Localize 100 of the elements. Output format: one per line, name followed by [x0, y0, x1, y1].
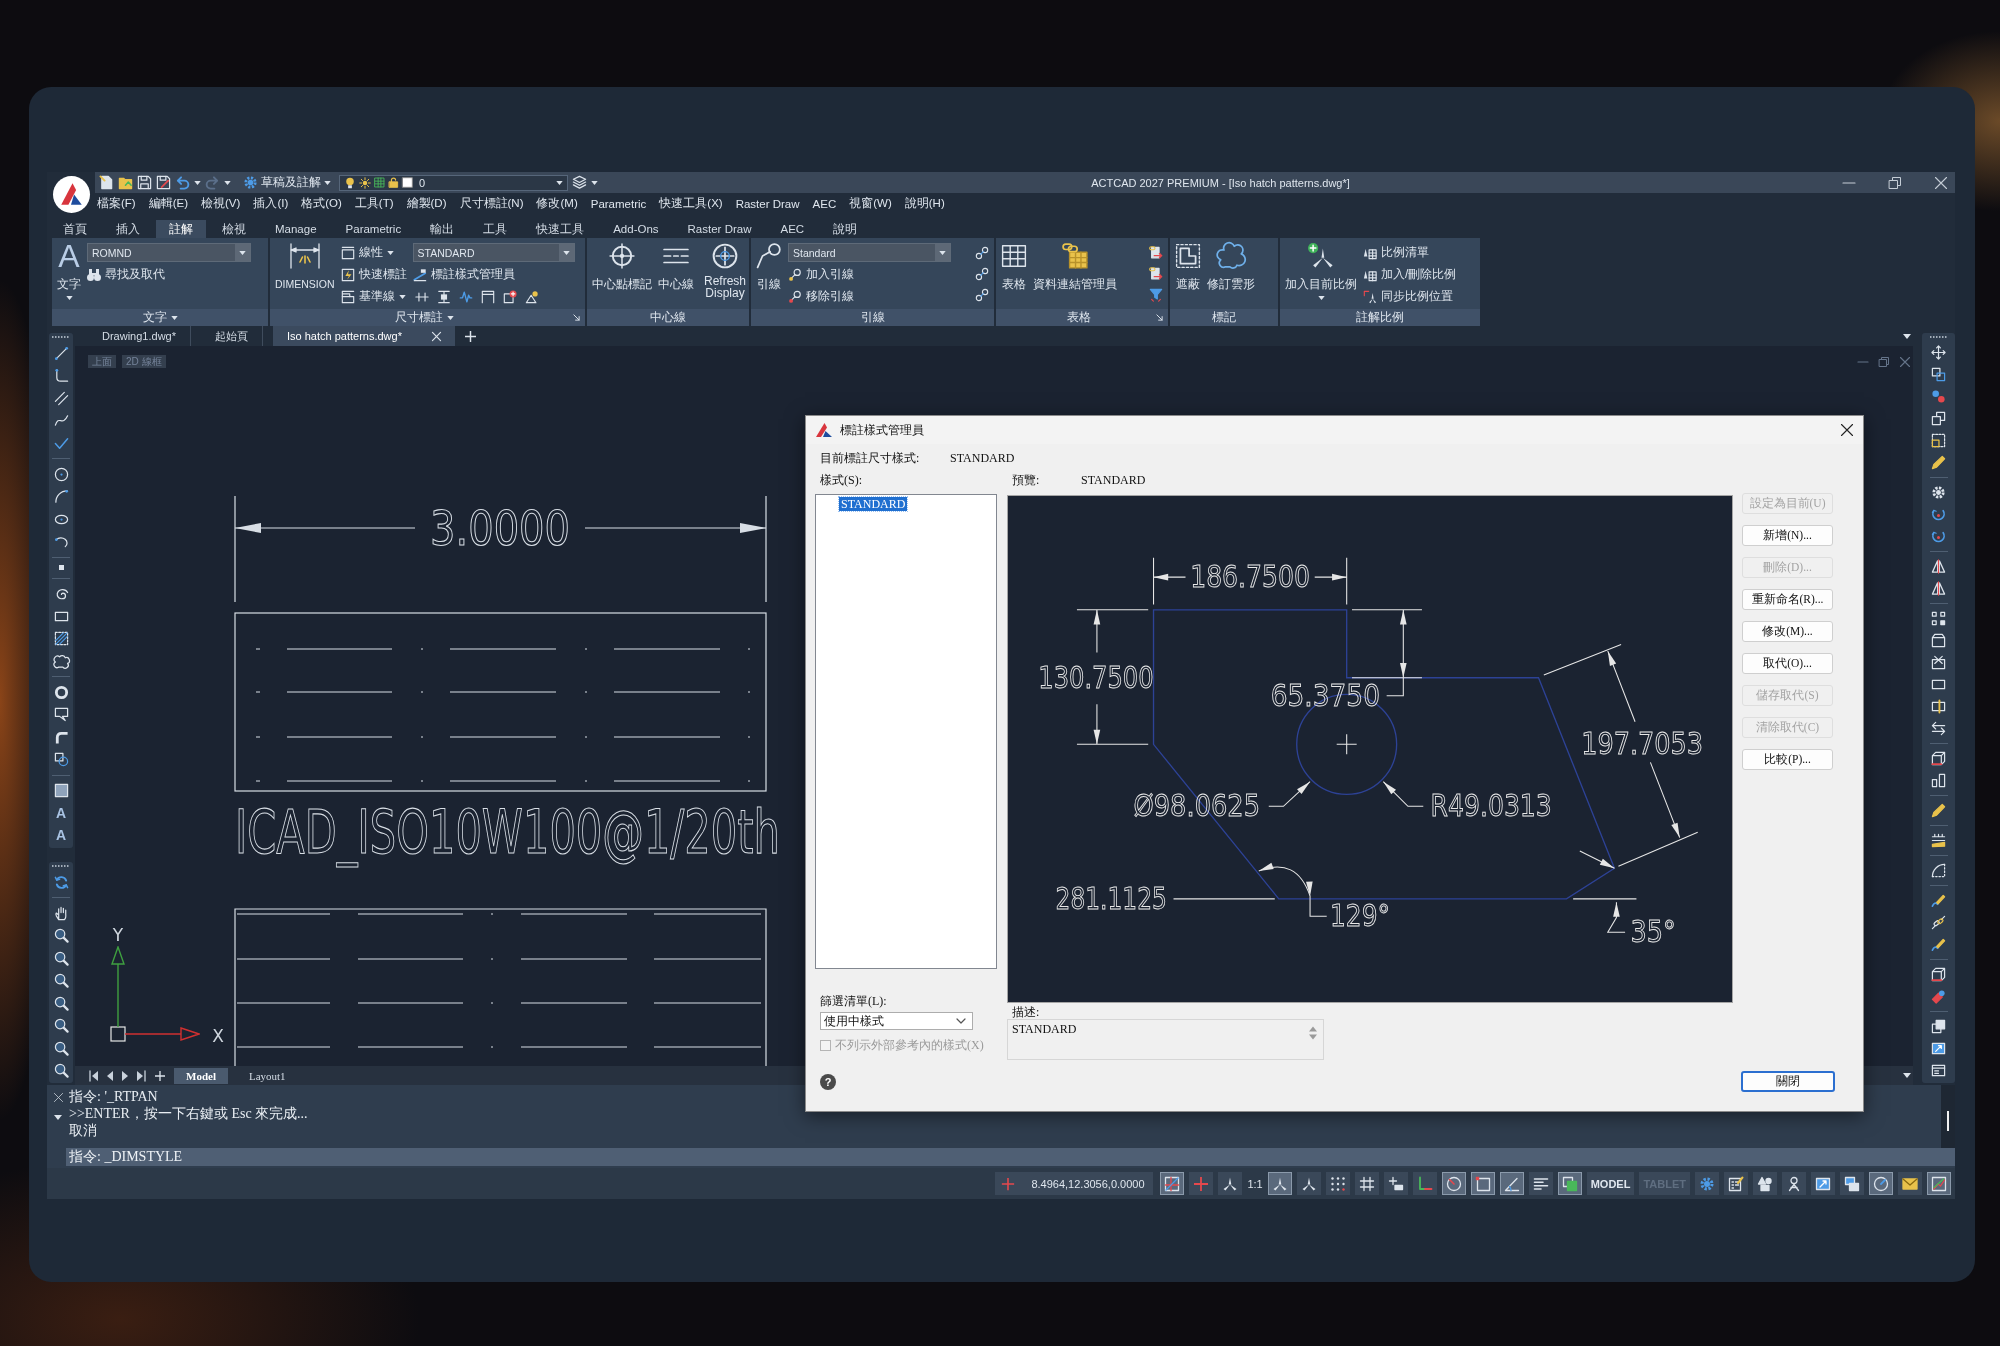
add-leader-button[interactable]: 加入引線 [788, 265, 951, 284]
menu-item[interactable]: 格式(O) [301, 196, 342, 211]
centerline-button[interactable]: 中心線 [658, 243, 694, 309]
launcher-arrow-icon[interactable] [1156, 314, 1163, 321]
cube-icon[interactable] [1931, 751, 1946, 766]
status-toggle[interactable] [1927, 1172, 1951, 1195]
eraser-icon[interactable] [1931, 989, 1946, 1004]
plus-icon[interactable] [155, 1070, 165, 1081]
quarter-arc-icon[interactable] [1931, 863, 1946, 878]
arc-icon[interactable] [53, 489, 69, 504]
letter-a-glyph[interactable]: A [55, 828, 67, 843]
dashed-squares-icon[interactable] [1931, 433, 1946, 448]
restore-icon[interactable] [1879, 357, 1889, 367]
open-box-icon[interactable] [1931, 633, 1946, 648]
status-toggle[interactable] [1557, 1172, 1582, 1195]
square-grid-icon[interactable] [1931, 611, 1946, 626]
bar-pair-icon[interactable] [1931, 773, 1946, 788]
status-toggle[interactable] [1869, 1172, 1893, 1195]
ribbon-tab[interactable]: 輸出 [417, 220, 468, 238]
linked-circles-icon[interactable] [975, 267, 989, 281]
close-icon[interactable] [1841, 424, 1853, 436]
status-toggle[interactable] [1218, 1172, 1243, 1195]
magnifier-icon[interactable] [53, 973, 69, 988]
first-page-icon[interactable] [89, 1070, 98, 1081]
filled-square-icon[interactable] [53, 783, 69, 798]
zigzag-icon[interactable] [458, 289, 473, 304]
freehand-tick-icon[interactable] [53, 435, 69, 451]
status-toggle[interactable] [1898, 1172, 1922, 1195]
help-button[interactable]: ? [820, 1073, 836, 1090]
list-item[interactable]: STANDARD [839, 497, 908, 511]
scale-button[interactable]: 同步比例位置 [1363, 287, 1457, 306]
menu-item[interactable]: 說明(H) [904, 196, 945, 211]
circle-icon[interactable] [53, 466, 69, 482]
dialog-button[interactable]: 新增(N)... [1742, 525, 1833, 546]
menu-item[interactable]: Raster Draw [735, 197, 800, 210]
line-icon[interactable] [53, 345, 69, 361]
leader-style-dropdown[interactable]: Standard [788, 243, 951, 262]
coordinate-display[interactable]: 8.4964,12.3056,0.0000 [995, 1172, 1154, 1195]
menu-item[interactable]: 檔案(F) [97, 196, 136, 211]
menu-item[interactable]: 插入(I) [253, 196, 289, 211]
pencil-stroke-icon[interactable] [1931, 937, 1946, 952]
layer-stack-icon[interactable] [572, 175, 587, 190]
caret-icon[interactable] [224, 180, 231, 185]
panel-title[interactable]: 文字 [142, 310, 178, 325]
refresh-display-button[interactable]: Refresh Display [700, 243, 750, 309]
leader-button[interactable]: 引線 [756, 243, 782, 309]
new-file-icon[interactable] [99, 175, 114, 190]
status-toggle[interactable] [1811, 1172, 1835, 1195]
hand-icon[interactable] [53, 905, 69, 921]
pencil-icon[interactable] [1931, 803, 1946, 818]
double-line-icon[interactable] [53, 390, 69, 406]
menu-item[interactable]: 檢視(V) [201, 196, 241, 211]
split-rectangle-icon[interactable] [1931, 699, 1946, 714]
status-toggle[interactable] [1296, 1172, 1321, 1195]
floppy-disk-icon[interactable] [137, 175, 152, 190]
polyline-icon[interactable] [53, 368, 69, 383]
copy-squares-icon[interactable] [1931, 367, 1946, 382]
status-toggle[interactable] [1470, 1172, 1495, 1195]
mode-toggle[interactable]: MODEL [1586, 1172, 1635, 1195]
pencil-stroke-icon[interactable] [1931, 893, 1946, 908]
status-toggle[interactable] [1354, 1172, 1379, 1195]
magnifier-icon[interactable] [53, 928, 69, 943]
ribbon-tab[interactable]: 首頁 [50, 220, 100, 238]
linked-circles-icon[interactable] [975, 246, 989, 260]
plus-icon[interactable] [464, 330, 476, 342]
ribbon-tab[interactable]: Parametric [332, 220, 415, 238]
dialog-button[interactable]: 修改(M)... [1742, 621, 1833, 642]
letter-a-glyph[interactable]: A [55, 805, 67, 821]
magnifier-icon[interactable] [53, 1018, 69, 1033]
status-toggle[interactable] [1267, 1172, 1292, 1195]
status-toggle[interactable] [1528, 1172, 1553, 1195]
ribbon-tab[interactable]: 快速工具 [523, 220, 598, 238]
cog-icon[interactable] [1931, 485, 1946, 500]
resize-window-icon[interactable] [1931, 1041, 1946, 1056]
ribbon-tab[interactable]: AEC [767, 220, 818, 238]
status-toggle[interactable] [1724, 1172, 1748, 1195]
add-scale-button[interactable]: 加入目前比例 [1285, 243, 1357, 309]
scale-button[interactable]: 加入/刪除比例 [1363, 265, 1457, 284]
status-toggle[interactable] [1840, 1172, 1864, 1195]
spline-icon[interactable] [53, 413, 69, 428]
status-toggle[interactable] [1189, 1172, 1214, 1195]
command-input-field[interactable]: 指令: _DIMSTYLE [66, 1148, 1955, 1166]
layout-tab[interactable]: Model [174, 1067, 228, 1084]
scale-button[interactable]: 比例清單 [1363, 243, 1457, 262]
menu-item[interactable]: 工具(T) [354, 196, 394, 211]
text-button[interactable]: A 文字 [57, 243, 81, 309]
status-toggle[interactable] [1695, 1172, 1719, 1195]
ribbon-tab[interactable]: Raster Draw [674, 220, 765, 238]
panel-title[interactable]: 尺寸標註 [394, 310, 454, 325]
dimension-button[interactable]: DIMENSION [275, 243, 335, 309]
status-toggle[interactable] [1782, 1172, 1806, 1195]
app-logo-icon[interactable] [52, 175, 90, 213]
ribbon-tab[interactable]: 插入 [103, 220, 153, 238]
window-icon[interactable] [1931, 1063, 1946, 1078]
linked-circles-icon[interactable] [975, 288, 989, 302]
data-link-button[interactable]: 資料連結管理員 [1033, 243, 1117, 309]
rectangle-icon[interactable] [1931, 677, 1946, 692]
status-toggle[interactable] [1441, 1172, 1466, 1195]
right-triangle-icon[interactable] [122, 1070, 128, 1081]
circles-icon[interactable] [1931, 389, 1946, 404]
